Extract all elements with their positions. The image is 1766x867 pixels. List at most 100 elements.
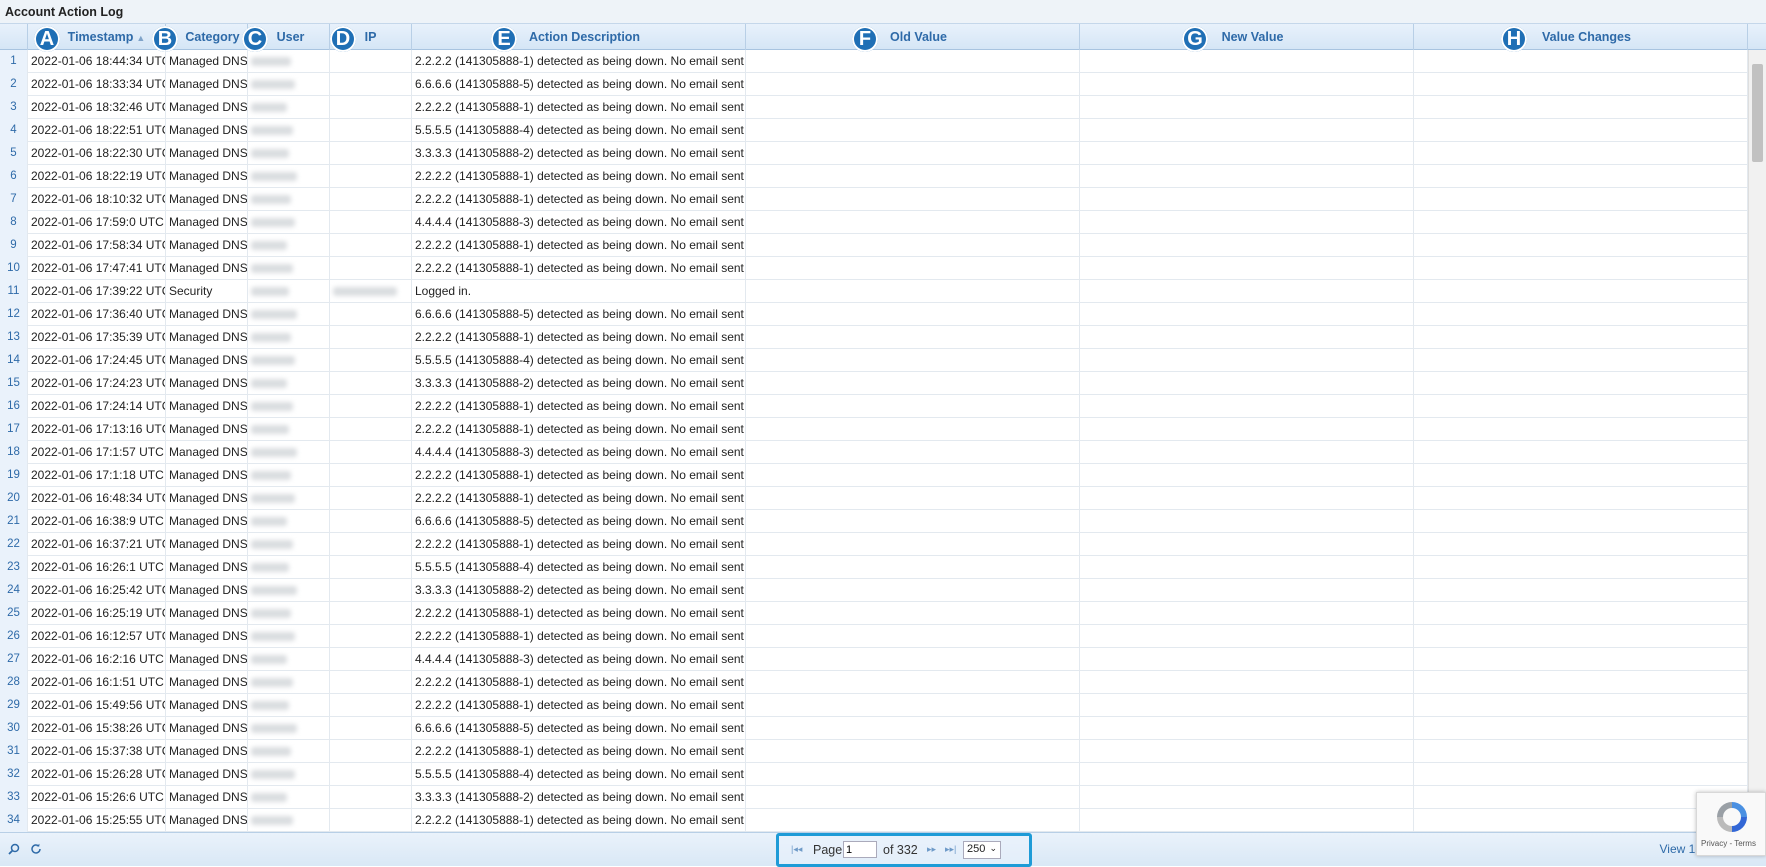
- rows-per-page-value: 250: [967, 843, 986, 855]
- column-header-new-value[interactable]: G New Value: [1080, 24, 1414, 52]
- scrollbar-thumb[interactable]: [1752, 64, 1763, 162]
- cell-action-description: 2.2.2.2 (141305888-1) detected as being …: [412, 234, 746, 257]
- cell-old-value: [746, 119, 1080, 142]
- cell-timestamp: 2022-01-06 16:12:57 UTC: [28, 625, 166, 648]
- table-row[interactable]: 17 2022-01-06 17:13:16 UTC Managed DNS 2.2.…: [0, 418, 1748, 441]
- search-icon[interactable]: [8, 842, 20, 858]
- table-row[interactable]: 1 2022-01-06 18:44:34 UTC Managed DNS 2.2.2…: [0, 50, 1748, 73]
- cell-user-redacted: [248, 326, 330, 349]
- table-row[interactable]: 14 2022-01-06 17:24:45 UTC Managed DNS 5.5.…: [0, 349, 1748, 372]
- column-header-value-changes[interactable]: H Value Changes: [1414, 24, 1748, 52]
- column-label-action-description: Action Description: [528, 30, 641, 44]
- cell-ip: [330, 510, 412, 533]
- table-row[interactable]: 26 2022-01-06 16:12:57 UTC Managed DNS 2.2.…: [0, 625, 1748, 648]
- table-row[interactable]: 23 2022-01-06 16:26:1 UTC Managed DNS 5.5.5…: [0, 556, 1748, 579]
- cell-ip: [330, 671, 412, 694]
- next-page-icon[interactable]: ▸▸: [927, 844, 936, 855]
- column-header-category[interactable]: B Category: [152, 24, 248, 52]
- cell-action-description: 2.2.2.2 (141305888-1) detected as being …: [412, 671, 746, 694]
- table-row[interactable]: 18 2022-01-06 17:1:57 UTC Managed DNS 4.4.4…: [0, 441, 1748, 464]
- table-row[interactable]: 31 2022-01-06 15:37:38 UTC Managed DNS 2.2.…: [0, 740, 1748, 763]
- redacted-user: [251, 425, 289, 434]
- recaptcha-links[interactable]: Privacy - Terms: [1701, 839, 1756, 848]
- cell-category: Managed DNS: [166, 142, 248, 165]
- table-row[interactable]: 21 2022-01-06 16:38:9 UTC Managed DNS 6.6.6…: [0, 510, 1748, 533]
- table-row[interactable]: 6 2022-01-06 18:22:19 UTC Managed DNS 2.2.2…: [0, 165, 1748, 188]
- row-number: 6: [0, 165, 28, 188]
- row-number: 27: [0, 648, 28, 671]
- table-row[interactable]: 5 2022-01-06 18:22:30 UTC Managed DNS 3.3.3…: [0, 142, 1748, 165]
- table-row[interactable]: 28 2022-01-06 16:1:51 UTC Managed DNS 2.2.2…: [0, 671, 1748, 694]
- cell-ip: [330, 602, 412, 625]
- table-row[interactable]: 33 2022-01-06 15:26:6 UTC Managed DNS 3.3.3…: [0, 786, 1748, 809]
- table-row[interactable]: 27 2022-01-06 16:2:16 UTC Managed DNS 4.4.4…: [0, 648, 1748, 671]
- redacted-user: [251, 333, 291, 342]
- table-row[interactable]: 2 2022-01-06 18:33:34 UTC Managed DNS 6.6.6…: [0, 73, 1748, 96]
- table-row[interactable]: 19 2022-01-06 17:1:18 UTC Managed DNS 2.2.2…: [0, 464, 1748, 487]
- column-badge-g: G: [1182, 26, 1208, 52]
- table-row[interactable]: 15 2022-01-06 17:24:23 UTC Managed DNS 3.3.…: [0, 372, 1748, 395]
- cell-category: Managed DNS: [166, 510, 248, 533]
- column-header-user[interactable]: C User: [242, 24, 330, 52]
- table-row[interactable]: 9 2022-01-06 17:58:34 UTC Managed DNS 2.2.2…: [0, 234, 1748, 257]
- cell-timestamp: 2022-01-06 15:25:55 UTC: [28, 809, 166, 832]
- table-row[interactable]: 13 2022-01-06 17:35:39 UTC Managed DNS 2.2.…: [0, 326, 1748, 349]
- table-row[interactable]: 32 2022-01-06 15:26:28 UTC Managed DNS 5.5.…: [0, 763, 1748, 786]
- cell-timestamp: 2022-01-06 15:37:38 UTC: [28, 740, 166, 763]
- cell-ip: [330, 717, 412, 740]
- column-header-timestamp[interactable]: A Timestamp ▲: [28, 24, 166, 52]
- cell-action-description: 2.2.2.2 (141305888-1) detected as being …: [412, 533, 746, 556]
- cell-timestamp: 2022-01-06 18:32:46 UTC: [28, 96, 166, 119]
- column-header-old-value[interactable]: F Old Value: [746, 24, 1080, 52]
- cell-timestamp: 2022-01-06 18:10:32 UTC: [28, 188, 166, 211]
- refresh-icon[interactable]: [30, 842, 42, 858]
- redacted-user: [251, 379, 287, 388]
- table-row[interactable]: 22 2022-01-06 16:37:21 UTC Managed DNS 2.2.…: [0, 533, 1748, 556]
- column-header-action-description[interactable]: E Action Description: [412, 24, 746, 52]
- column-header-ip[interactable]: D IP: [330, 24, 412, 52]
- table-row[interactable]: 10 2022-01-06 17:47:41 UTC Managed DNS 2.2.…: [0, 257, 1748, 280]
- redacted-user: [251, 195, 291, 204]
- column-label-value-changes: Value Changes: [1542, 30, 1631, 44]
- table-row[interactable]: 30 2022-01-06 15:38:26 UTC Managed DNS 6.6.…: [0, 717, 1748, 740]
- cell-old-value: [746, 763, 1080, 786]
- cell-old-value: [746, 510, 1080, 533]
- cell-value-changes: [1414, 326, 1748, 349]
- cell-timestamp: 2022-01-06 18:22:19 UTC: [28, 165, 166, 188]
- table-row[interactable]: 24 2022-01-06 16:25:42 UTC Managed DNS 3.3.…: [0, 579, 1748, 602]
- table-row[interactable]: 20 2022-01-06 16:48:34 UTC Managed DNS 2.2.…: [0, 487, 1748, 510]
- cell-timestamp: 2022-01-06 16:1:51 UTC: [28, 671, 166, 694]
- table-row[interactable]: 11 2022-01-06 17:39:22 UTC Security Logged …: [0, 280, 1748, 303]
- table-row[interactable]: 16 2022-01-06 17:24:14 UTC Managed DNS 2.2.…: [0, 395, 1748, 418]
- cell-ip: [330, 786, 412, 809]
- recaptcha-badge[interactable]: Privacy - Terms: [1696, 792, 1766, 856]
- cell-new-value: [1080, 487, 1414, 510]
- first-page-icon[interactable]: |◂◂: [791, 844, 802, 855]
- last-page-icon[interactable]: ▸▸|: [945, 844, 956, 855]
- table-row[interactable]: 4 2022-01-06 18:22:51 UTC Managed DNS 5.5.5…: [0, 119, 1748, 142]
- rows-per-page-select[interactable]: 250 ⌄: [963, 841, 1001, 859]
- sort-icon[interactable]: ▲: [136, 33, 145, 43]
- table-row[interactable]: 34 2022-01-06 15:25:55 UTC Managed DNS 2.2.…: [0, 809, 1748, 832]
- cell-new-value: [1080, 671, 1414, 694]
- cell-timestamp: 2022-01-06 18:44:34 UTC: [28, 50, 166, 73]
- cell-category: Managed DNS: [166, 349, 248, 372]
- cell-action-description: 2.2.2.2 (141305888-1) detected as being …: [412, 694, 746, 717]
- cell-category: Managed DNS: [166, 533, 248, 556]
- table-row[interactable]: 29 2022-01-06 15:49:56 UTC Managed DNS 2.2.…: [0, 694, 1748, 717]
- vertical-scrollbar[interactable]: [1748, 50, 1766, 832]
- cell-value-changes: [1414, 165, 1748, 188]
- table-row[interactable]: 7 2022-01-06 18:10:32 UTC Managed DNS 2.2.2…: [0, 188, 1748, 211]
- cell-ip: [330, 464, 412, 487]
- cell-timestamp: 2022-01-06 16:25:19 UTC: [28, 602, 166, 625]
- table-row[interactable]: 12 2022-01-06 17:36:40 UTC Managed DNS 6.6.…: [0, 303, 1748, 326]
- table-row[interactable]: 25 2022-01-06 16:25:19 UTC Managed DNS 2.2.…: [0, 602, 1748, 625]
- cell-ip: [330, 740, 412, 763]
- cell-ip: [330, 73, 412, 96]
- row-number: 4: [0, 119, 28, 142]
- cell-old-value: [746, 648, 1080, 671]
- table-row[interactable]: 8 2022-01-06 17:59:0 UTC Managed DNS 4.4.4.…: [0, 211, 1748, 234]
- page-number-input[interactable]: [843, 841, 877, 858]
- table-row[interactable]: 3 2022-01-06 18:32:46 UTC Managed DNS 2.2.2…: [0, 96, 1748, 119]
- cell-value-changes: [1414, 579, 1748, 602]
